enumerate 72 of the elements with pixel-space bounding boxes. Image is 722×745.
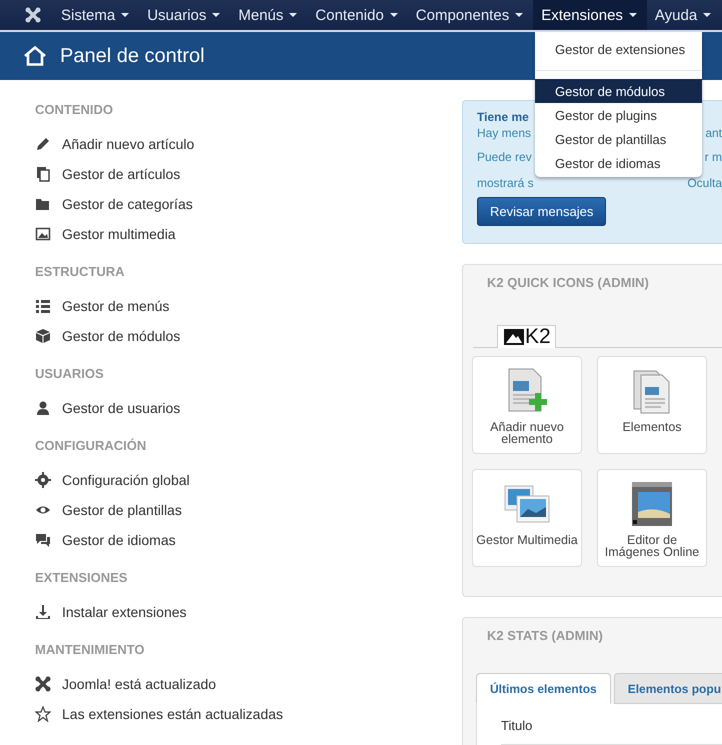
dropdown-item[interactable]: Gestor de módulos xyxy=(535,79,702,103)
message-text: Hay mens xyxy=(477,126,532,142)
caret-icon xyxy=(703,13,712,17)
sidebar-link[interactable]: Gestor de plantillas xyxy=(35,495,462,525)
tab[interactable]: Últimos elementos xyxy=(476,673,611,704)
quick-icon-tile[interactable]: Gestor Multimedia xyxy=(472,469,582,567)
dropdown-item[interactable]: Gestor de plugins xyxy=(535,103,702,127)
copies-icon xyxy=(35,166,51,182)
panel-title: K2 QUICK ICONS (ADMIN) xyxy=(486,274,650,292)
caret-icon xyxy=(515,13,524,17)
image-icon xyxy=(35,226,51,242)
panel-title: K2 STATS (ADMIN) xyxy=(486,627,604,645)
section-heading: EXTENSIONES xyxy=(35,570,128,587)
logo-icon xyxy=(35,676,51,692)
mountain-icon xyxy=(504,329,524,345)
section-heading: CONFIGURACIÓN xyxy=(35,438,148,455)
menu-item[interactable]: Contenido xyxy=(307,0,408,30)
caret-icon xyxy=(628,13,637,17)
folder-icon xyxy=(35,196,51,212)
page-title: Panel de control xyxy=(60,44,205,68)
home-icon xyxy=(24,46,46,66)
message-text: Oculta xyxy=(687,176,722,192)
dropdown-item[interactable]: Gestor de plantillas xyxy=(535,127,702,151)
pencil-icon xyxy=(35,136,51,152)
quick-icon-tile[interactable]: Elementos xyxy=(597,356,707,454)
message-title: Tiene me xyxy=(477,110,529,126)
list-icon xyxy=(35,298,51,314)
section-heading: ESTRUCTURA xyxy=(35,264,126,281)
logo-icon[interactable] xyxy=(25,7,41,23)
dropdown-item[interactable]: Gestor de idiomas xyxy=(535,151,702,175)
sidebar-link[interactable]: Las extensiones están actualizadas xyxy=(35,699,462,729)
quick-icon-tile[interactable]: Añadir nuevo elemento xyxy=(472,356,582,454)
quick-icon-tile[interactable]: Editor de Imágenes Online xyxy=(597,469,707,567)
column-header: Titulo xyxy=(501,718,722,745)
sidebar-link[interactable]: Gestor de artículos xyxy=(35,159,462,189)
chat-icon xyxy=(35,532,51,548)
section-heading: USUARIOS xyxy=(35,366,105,383)
sidebar-link[interactable]: Gestor de módulos xyxy=(35,321,462,351)
message-text: ant xyxy=(705,126,722,142)
sidebar-link[interactable]: Joomla! está actualizado xyxy=(35,669,462,699)
message-text: mostrará s xyxy=(477,176,534,192)
star-icon xyxy=(35,706,51,722)
caret-icon xyxy=(289,13,298,17)
menu-item[interactable]: Ayuda xyxy=(646,0,722,30)
caret-icon xyxy=(390,13,398,17)
menu-item[interactable]: Menús xyxy=(230,0,308,30)
sidebar-link[interactable]: Añadir nuevo artículo xyxy=(35,129,462,159)
menu-item[interactable]: Usuarios xyxy=(139,0,230,30)
dropdown-item[interactable]: Gestor de extensiones xyxy=(535,36,702,62)
tab[interactable]: Elementos popu xyxy=(614,673,722,704)
sidebar-link[interactable]: Instalar extensiones xyxy=(35,597,462,627)
review-messages-button[interactable]: Revisar mensajes xyxy=(477,197,606,226)
message-text: Puede rev xyxy=(477,150,532,166)
sidebar-link[interactable]: Gestor multimedia xyxy=(35,219,462,249)
caret-icon xyxy=(212,13,220,17)
user-icon xyxy=(35,400,51,416)
sidebar-link[interactable]: Gestor de usuarios xyxy=(35,393,462,423)
sidebar-link[interactable]: Gestor de menús xyxy=(35,291,462,321)
menu-item[interactable]: Componentes xyxy=(408,0,534,30)
message-text: r m xyxy=(704,150,722,166)
gear-icon xyxy=(35,472,51,488)
sidebar-link[interactable]: Configuración global xyxy=(35,465,462,495)
section-heading: MANTENIMIENTO xyxy=(35,642,146,659)
download-icon xyxy=(35,604,51,620)
sidebar-link[interactable]: Gestor de idiomas xyxy=(35,525,462,555)
k2-tab[interactable]: K2 xyxy=(497,325,556,348)
section-heading: CONTENIDO xyxy=(35,102,114,119)
sidebar-link[interactable]: Gestor de categorías xyxy=(35,189,462,219)
menu-item[interactable]: Sistema xyxy=(53,0,140,30)
menu-item[interactable]: Extensiones xyxy=(533,0,647,30)
caret-icon xyxy=(121,13,130,17)
cube-icon xyxy=(35,328,51,344)
